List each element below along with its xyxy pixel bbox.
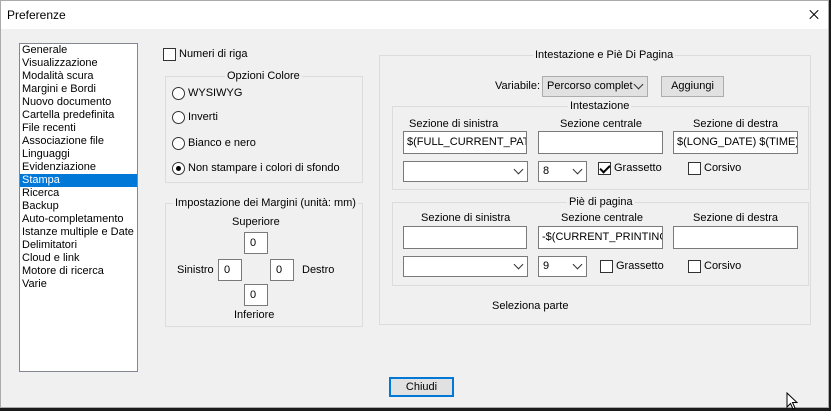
sidebar-item[interactable]: Stampa (20, 174, 137, 187)
header-center-input[interactable] (538, 131, 663, 154)
sidebar-item[interactable]: Nuovo documento (20, 96, 137, 109)
margin-right-label: Destro (302, 264, 335, 276)
header-bold-label: Grassetto (614, 162, 662, 174)
chevron-down-icon (513, 259, 524, 270)
add-button[interactable]: Aggiungi (661, 76, 724, 97)
header-title: Intestazione (568, 100, 632, 112)
footer-right-label: Sezione di destra (693, 212, 778, 224)
radio-invert[interactable] (172, 111, 185, 124)
margin-left-input[interactable]: 0 (218, 259, 242, 281)
footer-size-value: 9 (543, 260, 550, 272)
radio-wysiwyg[interactable] (172, 87, 185, 100)
header-left-label: Sezione di sinistra (409, 118, 499, 130)
radio-black-white-label: Bianco e nero (188, 137, 256, 149)
chevron-down-icon (633, 79, 644, 90)
radio-no-background-label: Non stampare i colori di sfondo (188, 162, 340, 174)
sidebar-item[interactable]: Delimitatori (20, 239, 137, 252)
sidebar-item[interactable]: Associazione file (20, 135, 137, 148)
footer-italic-checkbox[interactable] (688, 260, 701, 273)
sidebar-item[interactable]: Margini e Bordi (20, 83, 137, 96)
sidebar-item[interactable]: Modalità scura (20, 70, 137, 83)
header-left-input[interactable]: $(FULL_CURRENT_PATH) (403, 131, 527, 154)
header-font-select[interactable] (403, 161, 528, 182)
chevron-down-icon (572, 164, 583, 175)
header-italic-label: Corsivo (704, 162, 742, 174)
sidebar-item[interactable]: Generale (20, 44, 137, 57)
footer-center-label: Sezione centrale (561, 212, 643, 224)
sidebar-item[interactable]: Auto-completamento (20, 213, 137, 226)
margin-right-input[interactable]: 0 (270, 259, 294, 281)
preferences-dialog: Preferenze Generale Visualizzazione Modali… (0, 0, 829, 408)
sidebar-item[interactable]: Cloud e link (20, 252, 137, 265)
sidebar-item[interactable]: Istanze multiple e Date (20, 226, 137, 239)
header-right-label: Sezione di destra (693, 118, 778, 130)
footer-bold-checkbox[interactable] (600, 260, 613, 273)
line-numbers-label: Numeri di riga (179, 48, 248, 60)
sidebar-item[interactable]: Cartella predefinita (20, 109, 137, 122)
footer-left-label: Sezione di sinistra (421, 212, 511, 224)
title-bar: Preferenze (1, 1, 828, 29)
close-button[interactable]: Chiudi (389, 377, 454, 397)
variable-label: Variabile: (495, 80, 541, 92)
window-title: Preferenze (7, 8, 66, 22)
margin-bottom-input[interactable]: 0 (244, 284, 268, 306)
line-numbers-checkbox[interactable] (163, 48, 176, 61)
header-size-value: 8 (543, 165, 550, 177)
sidebar-item[interactable]: File recenti (20, 122, 137, 135)
select-part-label: Seleziona parte (492, 300, 569, 312)
close-icon[interactable] (804, 5, 824, 25)
mouse-cursor-icon (786, 392, 799, 410)
footer-right-input[interactable] (673, 226, 798, 249)
header-italic-checkbox[interactable] (688, 162, 701, 175)
margin-top-input[interactable]: 0 (244, 232, 268, 254)
footer-bold-label: Grassetto (616, 260, 664, 272)
sidebar-item[interactable]: Motore di ricerca (20, 265, 137, 278)
sidebar-item[interactable]: Visualizzazione (20, 57, 137, 70)
radio-no-background[interactable] (172, 162, 185, 175)
sidebar-item[interactable]: Evidenziazione (20, 161, 137, 174)
footer-left-input[interactable] (403, 226, 527, 249)
header-bold-checkbox[interactable] (598, 162, 611, 175)
margins-title: Impostazione dei Margini (unità: mm) (173, 197, 358, 209)
margin-top-label: Superiore (232, 216, 280, 228)
variable-select-value: Percorso complet (547, 80, 633, 92)
radio-wysiwyg-label: WYSIWYG (188, 87, 243, 99)
footer-title: Piè di pagina (567, 196, 635, 208)
sidebar-item[interactable]: Backup (20, 200, 137, 213)
header-center-label: Sezione centrale (560, 118, 642, 130)
sidebar-item[interactable]: Varie (20, 278, 137, 291)
footer-font-select[interactable] (403, 256, 528, 277)
header-right-input[interactable]: $(LONG_DATE) $(TIME) (673, 131, 798, 154)
header-footer-title: Intestazione e Piè Di Pagina (533, 49, 676, 61)
header-size-select[interactable]: 8 (538, 161, 587, 182)
category-list[interactable]: Generale Visualizzazione Modalità scura Mar… (19, 43, 138, 372)
footer-center-input[interactable]: -$(CURRENT_PRINTING_PAGE)- (538, 226, 663, 249)
color-options-title: Opzioni Colore (225, 70, 302, 82)
sidebar-item[interactable]: Ricerca (20, 187, 137, 200)
footer-italic-label: Corsivo (704, 260, 742, 272)
footer-size-select[interactable]: 9 (538, 256, 587, 277)
variable-select[interactable]: Percorso complet (542, 76, 648, 97)
sidebar-item[interactable]: Linguaggi (20, 148, 137, 161)
radio-invert-label: Inverti (188, 111, 218, 123)
chevron-down-icon (513, 164, 524, 175)
radio-black-white[interactable] (172, 137, 185, 150)
margin-left-label: Sinistro (177, 264, 214, 276)
margin-bottom-label: Inferiore (234, 309, 275, 321)
chevron-down-icon (572, 259, 583, 270)
